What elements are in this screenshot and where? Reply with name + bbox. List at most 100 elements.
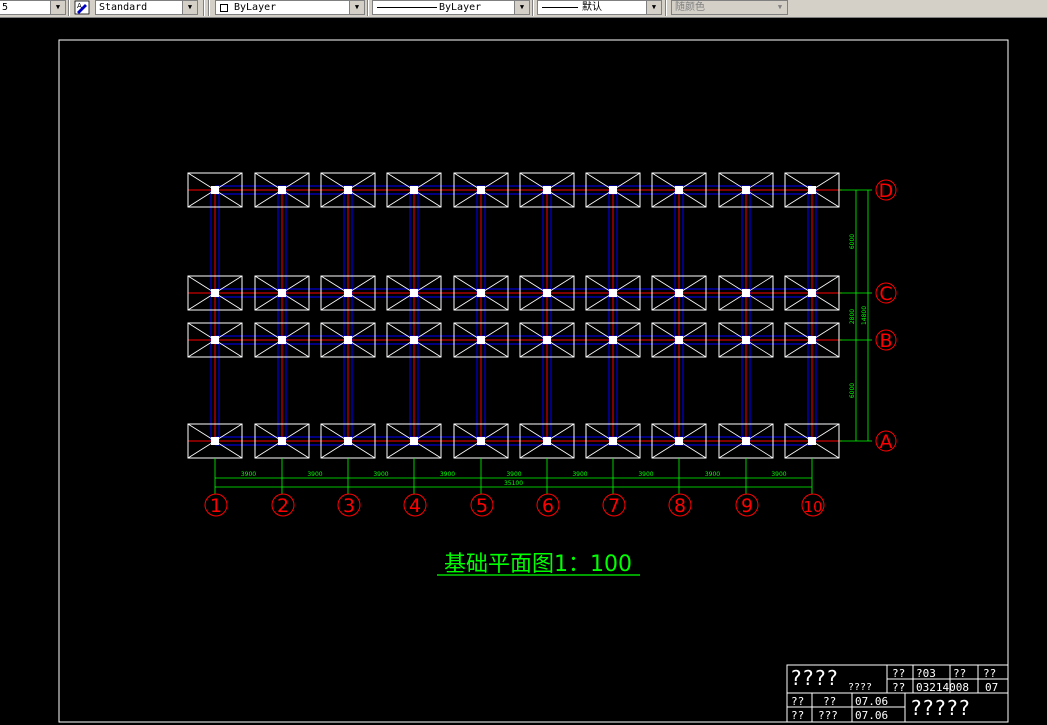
- column: [543, 186, 551, 194]
- toolbar-separator: [532, 0, 534, 16]
- plan-title: 基础平面图1：100: [444, 552, 632, 577]
- column: [278, 437, 286, 445]
- chevron-down-icon[interactable]: ▼: [646, 1, 661, 14]
- drawing-canvas[interactable]: 3900 3900 3900 3900 3900 3900 3900 3900 39003510…: [0, 17, 1047, 725]
- color-swatch: [220, 4, 228, 12]
- linetype-preview: [377, 7, 437, 8]
- title-block-cell: ??: [791, 709, 804, 722]
- column: [211, 336, 219, 344]
- column-axis-label: 1: [210, 495, 222, 517]
- bay-dimension-label: 3900: [506, 471, 521, 478]
- bay-dimension-label: 3900: [572, 471, 587, 478]
- plotstyle-combo[interactable]: 随颜色 ▼: [671, 0, 788, 15]
- properties-toolbar: 5 ▼ A Standard ▼ ByLayer ▼ ByLayer ▼ 默认 …: [0, 0, 1047, 18]
- title-block-drawing-name: ?????: [910, 696, 970, 720]
- toolbar-separator: [68, 0, 70, 16]
- column: [477, 289, 485, 297]
- chevron-down-icon[interactable]: ▼: [349, 1, 364, 14]
- column-axis-label: 2: [277, 495, 289, 517]
- column: [808, 289, 816, 297]
- column: [609, 336, 617, 344]
- column: [675, 437, 683, 445]
- layer-combo[interactable]: 5 ▼: [0, 0, 66, 15]
- column: [278, 186, 286, 194]
- title-block-cell: 03214008: [916, 681, 969, 694]
- row-dimension-label: 2800: [849, 309, 856, 324]
- title-block-cell: ??: [892, 681, 905, 694]
- row-axis-label: A: [880, 431, 893, 453]
- column: [742, 186, 750, 194]
- column: [344, 289, 352, 297]
- column: [675, 186, 683, 194]
- column: [808, 186, 816, 194]
- linetype-combo-value: ByLayer: [439, 2, 482, 13]
- title-block-cell: ?03: [916, 667, 936, 680]
- row-dimension-label: 6000: [849, 383, 856, 398]
- title-block-cell: ??: [983, 667, 996, 680]
- toolbar-separator: [203, 0, 205, 16]
- column-axis-label: 3: [343, 495, 355, 517]
- chevron-down-icon[interactable]: ▼: [773, 1, 787, 14]
- column: [477, 336, 485, 344]
- lineweight-combo-value: 默认: [582, 2, 602, 13]
- text-style-icon[interactable]: A: [74, 0, 90, 15]
- column-axis-label: 5: [476, 495, 488, 517]
- column: [543, 289, 551, 297]
- column: [410, 437, 418, 445]
- column: [477, 186, 485, 194]
- title-block-cell: ??: [892, 667, 905, 680]
- total-depth-label: 14800: [861, 306, 868, 325]
- column: [609, 289, 617, 297]
- column-axis-label: 8: [674, 495, 686, 517]
- chevron-down-icon[interactable]: ▼: [50, 1, 65, 14]
- chevron-down-icon[interactable]: ▼: [182, 1, 197, 14]
- bay-dimension-label: 3900: [373, 471, 388, 478]
- column: [344, 336, 352, 344]
- linetype-combo[interactable]: ByLayer ▼: [372, 0, 530, 15]
- title-block: ???? ???? ?? ?03 ?? ?? ?? 03214008 07 ??…: [786, 664, 1009, 723]
- column: [211, 437, 219, 445]
- bay-dimension-label: 3900: [440, 471, 455, 478]
- column: [609, 186, 617, 194]
- toolbar-separator: [367, 0, 369, 16]
- column-axis-label: 7: [608, 495, 620, 517]
- plotstyle-combo-value: 随颜色: [675, 2, 705, 13]
- column: [410, 186, 418, 194]
- row-axis-label: C: [879, 283, 892, 305]
- column-axis-label: 9: [741, 495, 753, 517]
- column: [211, 289, 219, 297]
- bay-dimension-label: 3900: [638, 471, 653, 478]
- column: [808, 336, 816, 344]
- layer-combo-value: 5: [2, 2, 9, 13]
- bay-dimension-label: 3900: [705, 471, 720, 478]
- column: [742, 336, 750, 344]
- title-block-cell: 07.06: [855, 695, 888, 708]
- text-style-combo-value: Standard: [99, 2, 148, 13]
- lineweight-combo[interactable]: 默认 ▼: [537, 0, 662, 15]
- chevron-down-icon[interactable]: ▼: [514, 1, 529, 14]
- column: [543, 336, 551, 344]
- column: [410, 289, 418, 297]
- column: [344, 437, 352, 445]
- row-axis-label: D: [879, 180, 894, 202]
- column-axis-label: 6: [542, 495, 554, 517]
- text-style-combo[interactable]: Standard ▼: [95, 0, 198, 15]
- row-axis-label: B: [879, 330, 892, 352]
- column: [543, 437, 551, 445]
- svg-text:A: A: [77, 2, 82, 10]
- column: [344, 186, 352, 194]
- title-block-cell: 07: [985, 681, 998, 694]
- title-block-cell: ???: [818, 709, 838, 722]
- foundation-plan: 3900 3900 3900 3900 3900 3900 3900 3900 39003510…: [187, 172, 897, 517]
- title-block-cell: ??: [953, 667, 966, 680]
- lineweight-preview: [542, 7, 578, 8]
- column: [211, 186, 219, 194]
- toolbar-separator: [208, 0, 210, 16]
- column: [477, 437, 485, 445]
- title-block-school: ????: [790, 666, 838, 690]
- column: [609, 437, 617, 445]
- bay-dimension-label: 3900: [307, 471, 322, 478]
- title-block-cell: ??: [791, 695, 804, 708]
- color-combo[interactable]: ByLayer ▼: [215, 0, 365, 15]
- column: [742, 437, 750, 445]
